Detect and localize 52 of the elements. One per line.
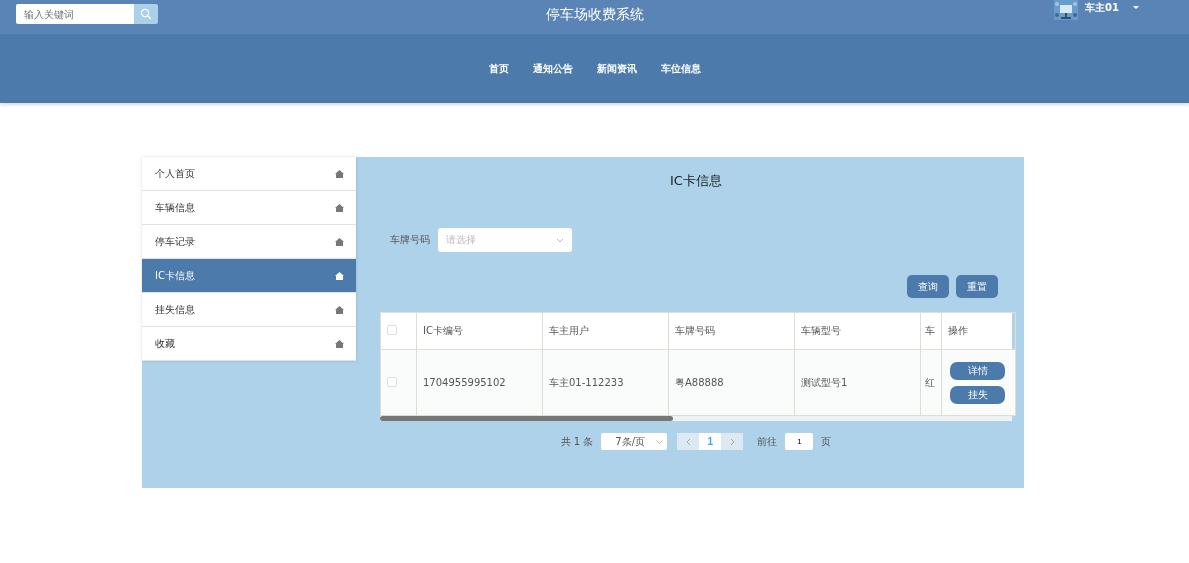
reset-button[interactable]: 重置: [956, 275, 998, 298]
chevron-left-icon: [685, 437, 691, 446]
home-icon: [335, 339, 344, 348]
column-header: 车: [920, 312, 942, 350]
home-icon: [335, 169, 344, 178]
goto-label: 前往: [757, 434, 778, 449]
chevron-down-icon: [556, 237, 564, 243]
page-number[interactable]: 1: [699, 433, 722, 450]
search-field[interactable]: 输入关键词: [16, 4, 134, 24]
sidebar-item[interactable]: IC卡信息: [142, 259, 356, 293]
sidebar-item[interactable]: 收藏: [142, 327, 356, 361]
column-header: 车辆型号: [794, 312, 921, 350]
column-header: IC卡编号: [416, 312, 543, 350]
home-icon: [335, 271, 344, 280]
next-page-button[interactable]: [721, 433, 744, 450]
nav-link[interactable]: 新闻资讯: [596, 61, 637, 76]
table-cell: 测试型号1: [794, 349, 921, 416]
sidebar-item[interactable]: 车辆信息: [142, 191, 356, 225]
report-loss-button[interactable]: 挂失: [950, 385, 1005, 404]
column-header: 操作: [941, 312, 1016, 350]
checkbox[interactable]: [387, 376, 397, 387]
home-icon: [335, 305, 344, 314]
caret-icon[interactable]: [1131, 5, 1140, 10]
search-icon: [140, 8, 152, 20]
checkbox[interactable]: [387, 325, 397, 335]
site-title: 停车场收费系统: [545, 6, 644, 24]
details-button[interactable]: 详情: [950, 361, 1005, 380]
nav-link[interactable]: 首页: [488, 61, 509, 76]
total-count: 共 1 条: [560, 434, 594, 449]
user-name[interactable]: 车主01: [1085, 1, 1119, 15]
page-input[interactable]: 1: [785, 433, 814, 450]
chevron-right-icon: [729, 437, 735, 446]
home-icon: [335, 203, 344, 212]
scrollbar-thumb[interactable]: [380, 416, 673, 421]
sidebar-item[interactable]: 挂失信息: [142, 293, 356, 327]
nav-link[interactable]: 通知公告: [532, 61, 573, 76]
search-button[interactable]: [134, 4, 158, 24]
chevron-down-icon: [656, 439, 664, 444]
nav-link[interactable]: 车位信息: [660, 61, 701, 76]
home-icon: [335, 237, 344, 246]
column-header: 车主用户: [542, 312, 669, 350]
table-cell: 1704955995102: [416, 349, 543, 416]
table-cell: 粤A88888: [668, 349, 795, 416]
query-button[interactable]: 查询: [907, 275, 949, 298]
prev-page-button[interactable]: [677, 433, 700, 450]
sidebar-item[interactable]: 个人首页: [142, 157, 356, 191]
table-cell: 车主01-112233: [542, 349, 669, 416]
page-suffix: 页: [821, 434, 832, 449]
filter-label: 车牌号码: [390, 233, 430, 247]
column-header: 车牌号码: [668, 312, 795, 350]
page-title: IC卡信息: [669, 172, 723, 190]
page-size-select[interactable]: 7条/页: [601, 433, 668, 450]
